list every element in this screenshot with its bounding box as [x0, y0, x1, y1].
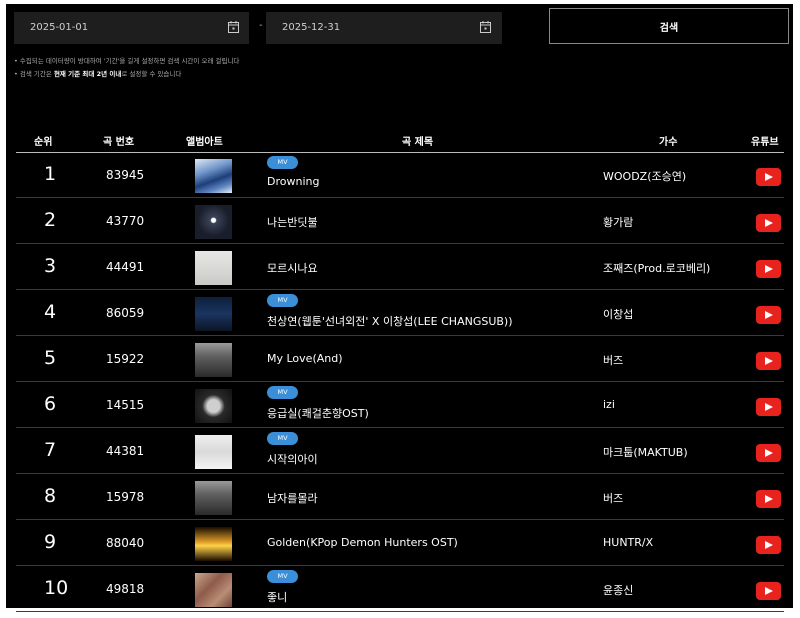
song-title[interactable]: 좋니	[267, 589, 287, 605]
header-song-number: 곡 번호	[103, 137, 135, 148]
album-art	[195, 343, 232, 377]
header-song-title: 곡 제목	[402, 137, 434, 148]
album-art	[195, 481, 232, 515]
start-date-value: 2025-01-01	[30, 22, 89, 33]
song-number: 43770	[106, 214, 145, 228]
rank: 6	[44, 393, 57, 415]
singer-name[interactable]: izi	[603, 398, 615, 411]
song-number: 83945	[106, 168, 145, 182]
mv-badge[interactable]: MV	[267, 570, 298, 583]
date-range-separator: -	[259, 20, 263, 31]
mv-badge[interactable]: MV	[267, 386, 298, 399]
song-title[interactable]: 응급실(쾌걸춘향OST)	[267, 405, 369, 421]
end-date-field[interactable]: 2025-12-31	[266, 12, 502, 44]
singer-name[interactable]: 버즈	[603, 490, 623, 506]
album-art	[195, 205, 232, 239]
album-art	[195, 573, 232, 607]
table-row[interactable]: 5 15922 My Love(And) 버즈	[16, 336, 784, 382]
singer-name[interactable]: WOODZ(조승연)	[603, 168, 686, 184]
album-art	[195, 389, 232, 423]
header-youtube: 유튜브	[751, 137, 779, 148]
end-date-value: 2025-12-31	[282, 22, 341, 33]
singer-name[interactable]: 황가람	[603, 214, 633, 230]
start-date-field[interactable]: 2025-01-01	[14, 12, 249, 44]
rank: 3	[44, 255, 57, 277]
song-title[interactable]: 남자를몰라	[267, 490, 318, 506]
mv-badge[interactable]: MV	[267, 432, 298, 445]
youtube-play-icon[interactable]	[756, 444, 781, 462]
rank: 1	[44, 163, 57, 185]
song-number: 14515	[106, 398, 145, 412]
rank: 7	[44, 439, 57, 461]
song-number: 44491	[106, 260, 145, 274]
song-number: 44381	[106, 444, 145, 458]
search-notes: • 수집되는 데이터량이 방대하여 '기간'을 길게 설정하면 검색 시간이 오…	[14, 55, 239, 81]
song-title[interactable]: My Love(And)	[267, 352, 343, 365]
table-row[interactable]: 6 14515 MV 응급실(쾌걸춘향OST) izi	[16, 382, 784, 428]
singer-name[interactable]: HUNTR/X	[603, 536, 653, 549]
album-art	[195, 251, 232, 285]
song-title[interactable]: 모르시나요	[267, 260, 318, 276]
album-art	[195, 527, 232, 561]
singer-name[interactable]: 윤종신	[603, 582, 633, 598]
search-button[interactable]: 검색	[549, 8, 789, 44]
table-row[interactable]: 1 83945 MV Drowning WOODZ(조승연)	[16, 152, 784, 198]
header-rank: 순위	[34, 137, 53, 148]
rank: 4	[44, 301, 57, 323]
song-title[interactable]: Golden(KPop Demon Hunters OST)	[267, 536, 458, 549]
singer-name[interactable]: 마크툽(MAKTUB)	[603, 444, 688, 460]
song-title[interactable]: 시작의아이	[267, 451, 318, 467]
rank: 10	[44, 577, 69, 599]
singer-name[interactable]: 버즈	[603, 352, 623, 368]
singer-name[interactable]: 조째즈(Prod.로코베리)	[603, 260, 710, 276]
table-row[interactable]: 2 43770 나는반딧불 황가람	[16, 198, 784, 244]
youtube-play-icon[interactable]	[756, 490, 781, 508]
table-row[interactable]: 8 15978 남자를몰라 버즈	[16, 474, 784, 520]
song-list: 1 83945 MV Drowning WOODZ(조승연) 2 43770 나는반딧불 황가람…	[16, 152, 784, 612]
table-row[interactable]: 4 86059 MV 천상연(웹툰'선녀외전' X 이창섭(LEE CHANGSUB)…	[16, 290, 784, 336]
youtube-play-icon[interactable]	[756, 260, 781, 278]
header-singer: 가수	[659, 137, 678, 148]
youtube-play-icon[interactable]	[756, 306, 781, 324]
song-number: 49818	[106, 582, 145, 596]
table-row[interactable]: 9 88040 Golden(KPop Demon Hunters OST) HUNT…	[16, 520, 784, 566]
album-art	[195, 435, 232, 469]
youtube-play-icon[interactable]	[756, 214, 781, 232]
note-line-1: • 수집되는 데이터량이 방대하여 '기간'을 길게 설정하면 검색 시간이 오…	[14, 57, 240, 65]
song-number: 88040	[106, 536, 145, 550]
youtube-play-icon[interactable]	[756, 352, 781, 370]
song-number: 15922	[106, 352, 145, 366]
rank: 8	[44, 485, 57, 507]
song-number: 86059	[106, 306, 145, 320]
song-title[interactable]: 천상연(웹툰'선녀외전' X 이창섭(LEE CHANGSUB))	[267, 313, 513, 329]
youtube-play-icon[interactable]	[756, 398, 781, 416]
chart-page: 2025-01-01 - 2025-12-31 검색 • 수집되는 데이터량이 …	[6, 4, 793, 612]
song-title[interactable]: 나는반딧불	[267, 214, 318, 230]
album-art	[195, 297, 232, 331]
song-title[interactable]: Drowning	[267, 175, 319, 188]
calendar-icon[interactable]	[480, 21, 491, 33]
album-art	[195, 159, 232, 193]
youtube-play-icon[interactable]	[756, 582, 781, 600]
rank: 5	[44, 347, 57, 369]
mv-badge[interactable]: MV	[267, 156, 298, 169]
table-row[interactable]: 10 49818 MV 좋니 윤종신	[16, 566, 784, 612]
rank: 9	[44, 531, 57, 553]
table-header: 순위 곡 번호 앨범아트 곡 제목 가수 유튜브	[16, 126, 784, 153]
header-album-art: 앨범아트	[186, 137, 223, 148]
table-row[interactable]: 7 44381 MV 시작의아이 마크툽(MAKTUB)	[16, 428, 784, 474]
table-row[interactable]: 3 44491 모르시나요 조째즈(Prod.로코베리)	[16, 244, 784, 290]
rank: 2	[44, 209, 57, 231]
singer-name[interactable]: 이창섭	[603, 306, 633, 322]
youtube-play-icon[interactable]	[756, 168, 781, 186]
song-number: 15978	[106, 490, 145, 504]
calendar-icon[interactable]	[228, 21, 239, 33]
note-line-2: • 검색 기간은 현재 기준 최대 2년 이내로 설정할 수 있습니다	[14, 70, 182, 78]
youtube-play-icon[interactable]	[756, 536, 781, 554]
mv-badge[interactable]: MV	[267, 294, 298, 307]
